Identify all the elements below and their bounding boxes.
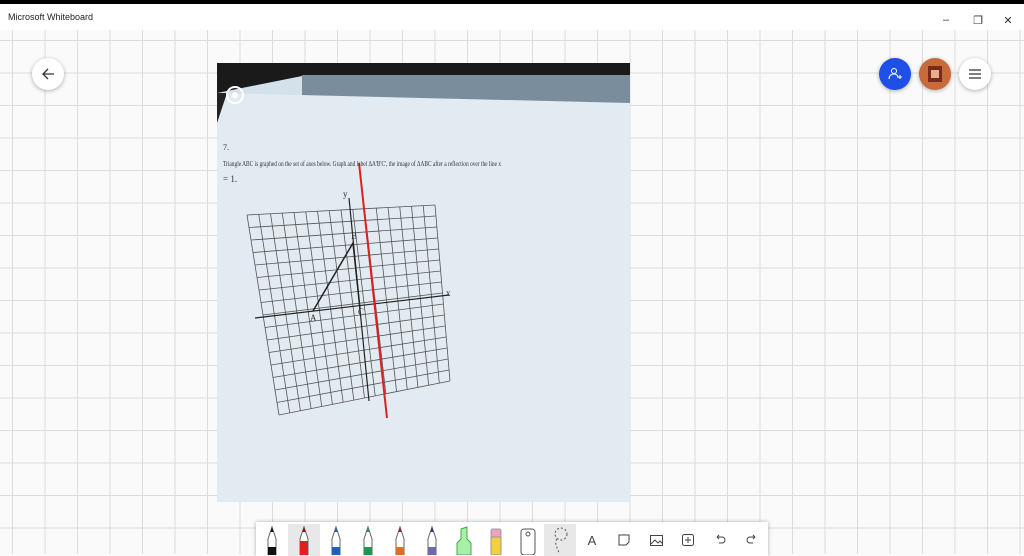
undo-icon[interactable] (704, 524, 736, 556)
minimize-button[interactable]: – (930, 8, 962, 32)
text-tool[interactable]: A (576, 524, 608, 556)
pen-green[interactable] (352, 524, 384, 556)
pen-red[interactable] (288, 524, 320, 556)
point-c-label: C (358, 307, 365, 317)
question-text: Triangle ABC is graphed on the set of ax… (223, 159, 502, 168)
sticky-note-icon[interactable] (608, 524, 640, 556)
eraser[interactable] (480, 524, 512, 556)
pen-black[interactable] (256, 524, 288, 556)
problem-number: 7. (223, 143, 229, 152)
close-button[interactable]: ✕ (992, 8, 1024, 32)
pen-galaxy[interactable] (416, 524, 448, 556)
x-axis-label: x (446, 288, 451, 298)
highlighter[interactable] (448, 524, 480, 556)
point-a-label: A (310, 313, 317, 323)
y-axis-label: y (343, 189, 348, 199)
ruler[interactable] (512, 524, 544, 556)
hamburger-icon (969, 69, 981, 79)
menu-button[interactable] (959, 58, 991, 90)
title-bar: Microsoft Whiteboard – ❐ ✕ (0, 0, 1024, 30)
inserted-photo[interactable]: 7. Triangle ABC is graphed on the set of… (217, 63, 630, 502)
pen-toolbar: A (256, 522, 768, 556)
redo-icon[interactable] (736, 524, 768, 556)
pen-blue[interactable] (320, 524, 352, 556)
worksheet-photo (217, 75, 630, 502)
add-person-icon (888, 68, 902, 80)
insert-icon[interactable] (672, 524, 704, 556)
app-title: Microsoft Whiteboard (8, 12, 94, 22)
back-button[interactable] (32, 58, 64, 90)
avatar-image (928, 66, 942, 82)
pen-rainbow[interactable] (384, 524, 416, 556)
point-b-label: B (351, 231, 358, 241)
question-text-cont: = 1. (223, 174, 238, 184)
invite-button[interactable] (879, 58, 911, 90)
arrow-left-icon (42, 68, 54, 80)
image-icon[interactable] (640, 524, 672, 556)
restore-button[interactable]: ❐ (962, 8, 994, 32)
lasso-select[interactable] (544, 524, 576, 556)
avatar[interactable] (919, 58, 951, 90)
